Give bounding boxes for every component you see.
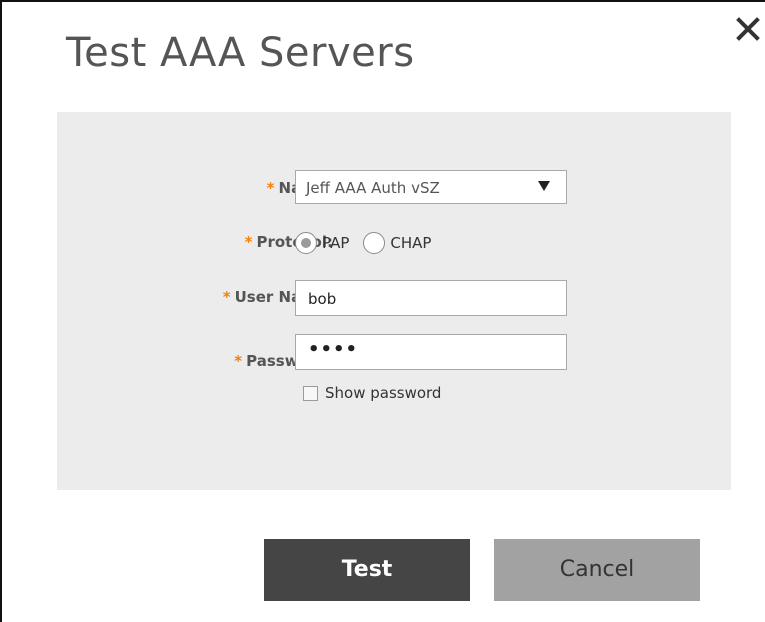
dialog-title: Test AAA Servers [66,30,415,76]
required-marker: * [234,352,243,370]
user-name-input[interactable]: bob [295,280,567,316]
show-password-label: Show password [325,384,442,402]
protocol-option-pap[interactable]: PAP [295,232,349,254]
close-icon [736,17,760,41]
show-password-toggle[interactable]: Show password [303,384,441,402]
dropdown-arrow-icon [538,181,550,191]
test-aaa-dialog: Test AAA Servers *Name: Jeff AAA Auth vS… [0,0,765,622]
chap-label: CHAP [390,234,432,252]
close-button[interactable] [735,16,761,42]
name-select[interactable]: Jeff AAA Auth vSZ [295,170,567,204]
pap-label: PAP [322,234,350,252]
required-marker: * [244,233,253,251]
test-button[interactable]: Test [264,539,470,601]
required-marker: * [222,288,231,306]
form-panel: *Name: Jeff AAA Auth vSZ *Protocol: PAP … [57,112,731,490]
password-input[interactable]: •••• [295,334,567,370]
name-select-value: Jeff AAA Auth vSZ [306,179,440,197]
show-password-checkbox[interactable] [303,385,318,401]
pap-radio[interactable] [295,232,317,254]
required-marker: * [266,179,275,197]
chap-radio[interactable] [363,232,386,254]
protocol-radio-group: PAP CHAP [295,230,445,256]
protocol-option-chap[interactable]: CHAP [363,232,431,254]
cancel-button[interactable]: Cancel [494,539,700,601]
